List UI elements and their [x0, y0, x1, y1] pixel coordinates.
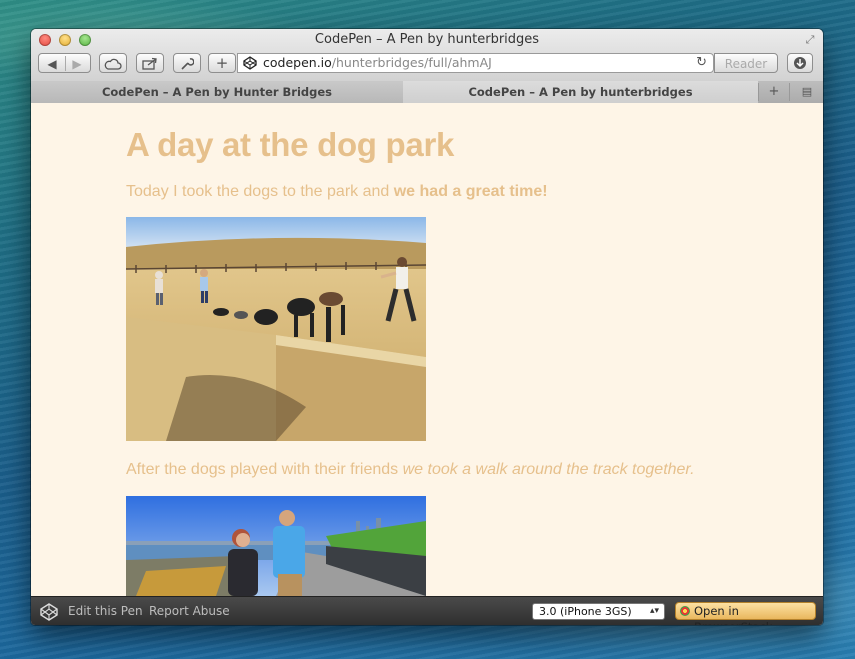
walk-image: [126, 496, 426, 596]
cloud-icon: [104, 58, 122, 70]
device-select[interactable]: 3.0 (iPhone 3GS) ▴▾: [532, 603, 665, 620]
browserstack-icon: [680, 606, 690, 616]
dog-park-photo: [126, 217, 426, 441]
fullscreen-icon[interactable]: ⤢: [803, 33, 817, 47]
walk-paragraph: After the dogs played with their friends…: [126, 461, 695, 479]
edit-pen-link[interactable]: Edit this Pen: [68, 604, 143, 618]
walk-photo: [126, 496, 426, 596]
icloud-tabs-button[interactable]: [99, 53, 127, 73]
dog-park-image: [126, 217, 426, 441]
open-browserstack-button[interactable]: Open in BrowserStack: [675, 602, 816, 625]
walk-text: After the dogs played with their friends: [126, 461, 403, 478]
page-content: A day at the dog park Today I took the d…: [31, 103, 823, 596]
window-title: CodePen – A Pen by hunterbridges: [314, 32, 540, 47]
page-heading: A day at the dog park: [126, 126, 455, 163]
downloads-button[interactable]: [787, 53, 813, 73]
share-icon: [142, 57, 157, 70]
add-bookmark-button[interactable]: +: [208, 53, 236, 73]
url-domain: codepen.io: [263, 55, 332, 70]
intro-bold-text: we had a great time!: [393, 183, 548, 200]
tab-hunterbridges-active[interactable]: CodePen – A Pen by hunterbridges: [403, 81, 758, 103]
url-path: /hunterbridges/full/ahmAJ: [331, 55, 492, 70]
tab-bar: CodePen – A Pen by Hunter Bridges CodePe…: [31, 81, 823, 104]
codepen-footer-bar: Edit this Pen Report Abuse 3.0 (iPhone 3…: [31, 596, 823, 625]
new-tab-icon[interactable]: +: [758, 83, 789, 101]
reader-button[interactable]: Reader: [714, 53, 778, 73]
nav-divider: [65, 56, 66, 71]
tab-hunter-bridges[interactable]: CodePen – A Pen by Hunter Bridges: [31, 81, 404, 103]
browserstack-label: Open in BrowserStack: [694, 604, 772, 625]
report-abuse-link[interactable]: Report Abuse: [149, 604, 230, 618]
forward-button[interactable]: ▶: [65, 54, 90, 74]
browser-window: CodePen – A Pen by hunterbridges ⤢ ◀ ▶ + …: [31, 29, 823, 625]
tab-overview-icon[interactable]: ▤: [789, 83, 823, 101]
reload-icon[interactable]: ↻: [696, 54, 707, 72]
codepen-favicon-icon: [243, 56, 257, 70]
back-forward-buttons: ◀ ▶: [38, 53, 91, 73]
share-button[interactable]: [136, 53, 164, 73]
intro-paragraph: Today I took the dogs to the park and we…: [126, 183, 548, 201]
download-icon: [794, 57, 806, 69]
back-button[interactable]: ◀: [40, 54, 65, 74]
walk-italic-text: we took a walk around the track together…: [402, 461, 695, 478]
select-arrows-icon: ▴▾: [649, 606, 659, 616]
intro-text: Today I took the dogs to the park and: [126, 183, 394, 200]
developer-tools-button[interactable]: [173, 53, 201, 73]
url-text: codepen.io/hunterbridges/full/ahmAJ: [263, 54, 492, 72]
wrench-icon: [181, 58, 195, 70]
codepen-logo-icon[interactable]: [40, 603, 58, 621]
address-bar[interactable]: codepen.io/hunterbridges/full/ahmAJ ↻: [237, 53, 714, 73]
title-bar: CodePen – A Pen by hunterbridges ⤢ ◀ ▶ + …: [31, 29, 823, 82]
device-select-value: 3.0 (iPhone 3GS): [539, 605, 632, 618]
